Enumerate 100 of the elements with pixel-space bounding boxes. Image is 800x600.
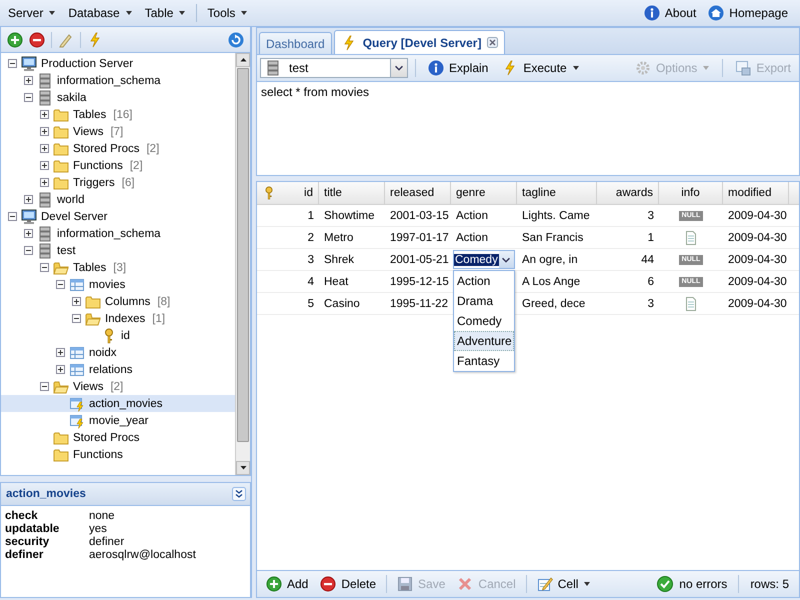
- table-cell-text: 2009-04-30: [727, 274, 788, 290]
- column-header[interactable]: genre: [451, 182, 517, 204]
- tree-item[interactable]: world: [1, 191, 235, 208]
- item-count: [8]: [157, 296, 170, 308]
- column-header[interactable]: tagline: [517, 182, 597, 204]
- item-count: [7]: [110, 126, 124, 138]
- tree-item[interactable]: relations: [1, 361, 235, 378]
- table-cell-text: 1: [306, 208, 315, 224]
- tree-item[interactable]: Functions [2]: [1, 157, 235, 174]
- tree-item[interactable]: Production Server: [1, 55, 235, 72]
- table-cell-text: 1995-12-15: [389, 274, 450, 290]
- table-cell-text: Heat: [323, 274, 350, 290]
- item-count: [2]: [130, 160, 143, 172]
- item-count: [1]: [152, 312, 166, 324]
- column-header[interactable]: released: [385, 182, 451, 204]
- menu-button[interactable]: Table: [140, 4, 190, 22]
- table-cell-text: Showtime: [323, 208, 376, 224]
- table-cell-text: Greed, dece: [521, 296, 586, 312]
- table-cell-text: 2009-04-30: [727, 230, 788, 246]
- table-cell-text: 6: [646, 274, 655, 290]
- item-count: [2]: [146, 142, 160, 154]
- table-cell-text: 44: [640, 252, 655, 268]
- column-header[interactable]: modified: [723, 182, 789, 204]
- status-text: no errors: [679, 577, 728, 591]
- property-value: definer: [89, 536, 126, 548]
- tree-item[interactable]: Columns [8]: [1, 293, 235, 310]
- property-name: updatable: [5, 523, 60, 535]
- sql-editor[interactable]: select * from movies: [256, 82, 800, 176]
- item-count: [6]: [122, 176, 135, 188]
- property-name: security: [5, 536, 50, 548]
- table-cell-text: 2009-04-30: [727, 208, 788, 224]
- tree-item[interactable]: movies: [1, 276, 235, 293]
- tree-item[interactable]: movie_year: [1, 412, 235, 429]
- property-value: aerosqlrw@localhost: [89, 549, 197, 561]
- header-link[interactable]: Homepage: [704, 3, 792, 23]
- tree-item[interactable]: Indexes [1]: [1, 310, 235, 327]
- table-cell-text: Metro: [323, 230, 354, 246]
- table-cell-text: 1: [646, 230, 655, 246]
- toolbar-button[interactable]: Add: [261, 574, 314, 594]
- tree-item[interactable]: test: [1, 242, 235, 259]
- property-name: definer: [5, 549, 44, 561]
- table-cell-text: 2: [306, 230, 315, 246]
- table-cell-text: A Los Ange: [521, 274, 582, 290]
- table-cell-text: Lights. Came: [521, 208, 591, 224]
- tree-item[interactable]: action_movies: [1, 395, 235, 412]
- tree-item[interactable]: Stored Procs: [1, 429, 235, 446]
- column-header[interactable]: awards: [597, 182, 659, 204]
- dropdown-option[interactable]: Drama: [454, 291, 514, 311]
- database-select[interactable]: test: [260, 58, 408, 78]
- menu-button[interactable]: Database: [64, 4, 137, 22]
- table-cell-text: 5: [306, 296, 315, 312]
- tree-item[interactable]: Stored Procs [2]: [1, 140, 235, 157]
- dropdown-option[interactable]: Action: [454, 271, 514, 291]
- tree-item[interactable]: information_schema: [1, 72, 235, 89]
- column-header[interactable]: info: [659, 182, 723, 204]
- tree-item[interactable]: Views [7]: [1, 123, 235, 140]
- property-value: none: [89, 510, 116, 522]
- tree-item[interactable]: Devel Server: [1, 208, 235, 225]
- table-cell-text: 3: [646, 208, 655, 224]
- menu-button[interactable]: Server: [4, 4, 60, 22]
- table-cell-text: 2001-05-21: [389, 252, 450, 268]
- table-cell-text: An ogre, in: [521, 252, 579, 268]
- toolbar-button[interactable]: Delete: [315, 574, 382, 594]
- table-cell-text: 1997-01-17: [389, 230, 450, 246]
- table-cell-text: Action: [455, 230, 489, 246]
- dropdown-option[interactable]: Comedy: [454, 311, 514, 331]
- header-link[interactable]: About: [640, 3, 700, 23]
- item-count: [2]: [110, 380, 124, 392]
- tab[interactable]: Dashboard: [259, 32, 332, 54]
- tab[interactable]: Query [Devel Server]: [334, 30, 506, 54]
- tree-item[interactable]: Triggers [6]: [1, 174, 235, 191]
- table-cell-text: 2009-04-30: [727, 252, 788, 268]
- menu-button[interactable]: Tools: [203, 4, 252, 22]
- dropdown-option[interactable]: Fantasy: [454, 351, 514, 371]
- toolbar-button[interactable]: Execute: [497, 58, 585, 78]
- tree-item[interactable]: Tables [16]: [1, 106, 235, 123]
- column-header[interactable]: id: [257, 182, 319, 204]
- tree-item[interactable]: sakila: [1, 89, 235, 106]
- tree-item[interactable]: information_schema: [1, 225, 235, 242]
- tree-item[interactable]: Views [2]: [1, 378, 235, 395]
- dropdown-option[interactable]: Adventure: [454, 331, 514, 351]
- genre-select[interactable]: Comedy: [453, 250, 515, 269]
- property-name: check: [5, 510, 39, 522]
- item-count: [3]: [113, 262, 126, 274]
- row-count: rows: 5: [749, 577, 790, 591]
- table-cell-text: Casino: [323, 296, 361, 312]
- toolbar-button[interactable]: Explain: [423, 58, 494, 78]
- table-cell-text: 3: [306, 252, 315, 268]
- table-cell-text: Shrek: [323, 252, 356, 268]
- toolbar-button[interactable]: Cell: [532, 574, 596, 594]
- property-value: yes: [89, 523, 108, 535]
- table-cell-text: Action: [455, 208, 489, 224]
- table-cell-text: 4: [306, 274, 315, 290]
- column-header[interactable]: title: [319, 182, 385, 204]
- item-count: [16]: [113, 108, 132, 120]
- tree-item[interactable]: Tables [3]: [1, 259, 235, 276]
- table-cell-text: 1995-11-22: [389, 296, 449, 312]
- tree-item[interactable]: id: [1, 327, 235, 344]
- tree-item[interactable]: Functions: [1, 446, 235, 463]
- tree-item[interactable]: noidx: [1, 344, 235, 361]
